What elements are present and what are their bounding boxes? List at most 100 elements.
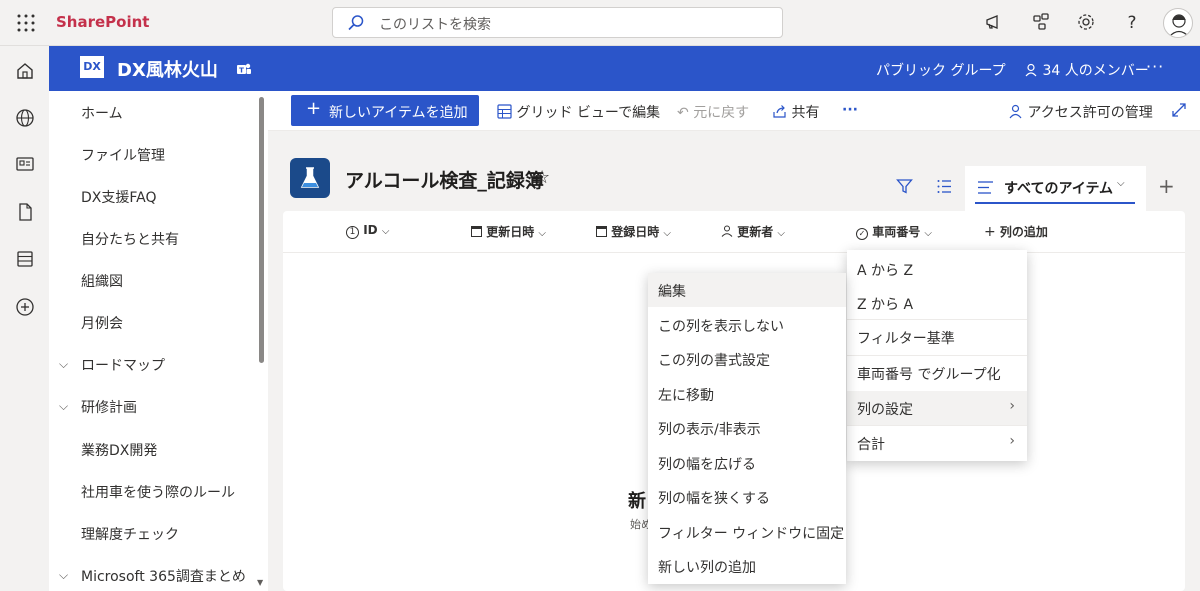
settings-icon[interactable] — [1076, 12, 1096, 32]
menu-item-sort-desc[interactable]: Z から A — [847, 286, 1027, 320]
column-label: 車両番号 — [872, 225, 921, 239]
nav-item-roadmap[interactable]: ロードマップ — [81, 355, 165, 375]
nav-item-training[interactable]: 研修計画 — [81, 397, 137, 417]
chevron-down-icon: ⌵ — [538, 228, 546, 239]
submenu-item-add-column[interactable]: 新しい列の追加 — [648, 549, 846, 583]
globe-icon[interactable] — [14, 107, 36, 129]
column-header-modified[interactable]: 更新日時 ⌵ — [471, 223, 546, 240]
expand-icon[interactable] — [1171, 102, 1187, 118]
submenu-item-edit[interactable]: 編集 — [648, 273, 846, 307]
command-bar: + 新しいアイテムを追加 グリッド ビューで編集 ↶ 元に戻す 共有 ··· ア… — [268, 91, 1200, 131]
person-icon — [721, 225, 733, 237]
add-view-icon[interactable]: + — [1158, 174, 1175, 198]
site-name[interactable]: DX風林火山 — [117, 56, 218, 82]
star-icon[interactable]: ☆ — [534, 167, 550, 188]
submenu-item-format-column[interactable]: この列の書式設定 — [648, 342, 846, 376]
submenu-item-pin-filter[interactable]: フィルター ウィンドウに固定 — [648, 515, 846, 549]
suite-bar: SharePoint このリストを検索 ? — [0, 0, 1200, 46]
nav-item-m365[interactable]: Microsoft 365調査まとめ — [81, 566, 246, 586]
access-button[interactable]: アクセス許可の管理 — [1008, 102, 1153, 122]
list-icon[interactable] — [14, 248, 36, 270]
brand-name[interactable]: SharePoint — [56, 13, 149, 31]
calendar-icon — [471, 226, 482, 237]
column-label: 登録日時 — [611, 225, 660, 239]
menu-item-label: この列を表示しない — [658, 319, 784, 335]
megaphone-icon[interactable] — [984, 12, 1004, 32]
chevron-down-icon[interactable]: ⌵ — [59, 399, 68, 414]
filter-icon[interactable] — [896, 178, 913, 195]
column-header-vehicle[interactable]: ✓ 車両番号 ⌵ — [856, 223, 932, 240]
menu-item-column-settings[interactable]: 列の設定 › — [847, 391, 1027, 425]
column-header-created[interactable]: 登録日時 ⌵ — [596, 223, 671, 240]
svg-text:T: T — [239, 67, 244, 75]
menu-item-label: 列の幅を狭くする — [658, 491, 770, 507]
more-commands-icon[interactable]: ··· — [842, 102, 858, 118]
nav-item-monthly[interactable]: 月例会 — [81, 313, 123, 333]
chevron-down-icon[interactable]: ⌵ — [59, 357, 68, 372]
site-logo[interactable]: DX — [80, 56, 104, 78]
menu-item-sort-asc[interactable]: A から Z — [847, 252, 1027, 286]
chevron-down-icon[interactable]: ⌵ — [59, 568, 68, 583]
menu-item-label: Z から A — [857, 297, 914, 313]
home-icon[interactable] — [14, 60, 36, 82]
list-title: アルコール検査_記録簿 — [345, 170, 544, 192]
nav-item-home[interactable]: ホーム — [81, 103, 123, 123]
submenu-item-widen[interactable]: 列の幅を広げる — [648, 446, 846, 480]
menu-item-label: フィルター ウィンドウに固定 — [658, 526, 845, 542]
menu-item-label: この列の書式設定 — [658, 353, 770, 369]
submenu-item-narrow[interactable]: 列の幅を狭くする — [648, 480, 846, 514]
person-icon — [1025, 63, 1037, 77]
add-column-button[interactable]: + 列の追加 — [984, 223, 1048, 240]
scroll-down-icon[interactable]: ▼ — [257, 578, 263, 587]
menu-item-totals[interactable]: 合計 › — [847, 426, 1027, 460]
menu-item-label: 列の設定 — [857, 402, 913, 418]
more-options-icon[interactable]: ··· — [1146, 57, 1164, 76]
chevron-down-icon: ⌵ — [381, 226, 390, 237]
menu-item-label: 左に移動 — [658, 388, 714, 404]
search-input[interactable]: このリストを検索 — [332, 7, 783, 38]
waffle-icon[interactable] — [16, 13, 36, 33]
share-network-icon[interactable] — [1031, 12, 1051, 32]
share-button[interactable]: 共有 — [772, 102, 819, 122]
submenu-item-show-hide[interactable]: 列の表示/非表示 — [648, 411, 846, 445]
undo-button[interactable]: ↶ 元に戻す — [677, 102, 749, 122]
column-label: ID — [363, 223, 378, 237]
add-circle-icon[interactable] — [14, 296, 36, 318]
members-button[interactable]: 34 人のメンバー — [1024, 60, 1149, 80]
nav-item-files[interactable]: ファイル管理 — [81, 145, 165, 165]
submenu-item-move-left[interactable]: 左に移動 — [648, 377, 846, 411]
list-flask-icon — [290, 158, 330, 198]
menu-item-group-by[interactable]: 車両番号 でグループ化 — [847, 356, 1027, 390]
nav-scrollbar[interactable] — [259, 97, 264, 363]
new-item-button[interactable]: + 新しいアイテムを追加 — [291, 95, 479, 126]
site-header: DX DX風林火山 T パブリック グループ 34 人のメンバー ··· — [49, 46, 1200, 91]
nav-item-faq[interactable]: DX支援FAQ — [81, 187, 157, 207]
document-icon[interactable] — [14, 201, 36, 223]
nav-item-shared[interactable]: 自分たちと共有 — [81, 229, 179, 249]
column-label: 更新者 — [737, 225, 774, 239]
submenu-item-hide-column[interactable]: この列を表示しない — [648, 308, 846, 342]
avatar[interactable] — [1163, 8, 1193, 38]
new-item-label: 新しいアイテムを追加 — [329, 105, 468, 121]
share-label: 共有 — [791, 105, 820, 121]
nav-item-orgchart[interactable]: 組織図 — [81, 271, 123, 291]
help-icon[interactable]: ? — [1122, 12, 1142, 32]
view-selector[interactable]: すべてのアイテム ⌵ — [965, 166, 1146, 211]
chevron-down-icon: ⌵ — [663, 228, 671, 239]
check-circle-icon: ✓ — [856, 228, 868, 240]
nav-item-quiz[interactable]: 理解度チェック — [81, 524, 179, 544]
menu-item-filter[interactable]: フィルター基準 — [847, 320, 1027, 354]
teams-icon[interactable]: T — [236, 61, 252, 77]
view-options-icon[interactable] — [936, 178, 953, 195]
grid-edit-button[interactable]: グリッド ビューで編集 — [497, 102, 660, 122]
nav-item-car-rules[interactable]: 社用車を使う際のルール — [81, 482, 235, 502]
column-header-editor[interactable]: 更新者 ⌵ — [721, 223, 785, 240]
grid-edit-label: グリッド ビューで編集 — [516, 105, 661, 121]
access-label: アクセス許可の管理 — [1027, 105, 1153, 121]
nav-item-dx-dev[interactable]: 業務DX開発 — [81, 440, 157, 460]
svg-text:?: ? — [1127, 13, 1136, 32]
column-header-id[interactable]: 1 ID ⌵ — [346, 223, 389, 239]
column-menu: A から Z Z から A フィルター基準 車両番号 でグループ化 列の設定 › … — [847, 250, 1027, 461]
news-icon[interactable] — [14, 153, 36, 175]
plus-icon: + — [306, 98, 322, 119]
